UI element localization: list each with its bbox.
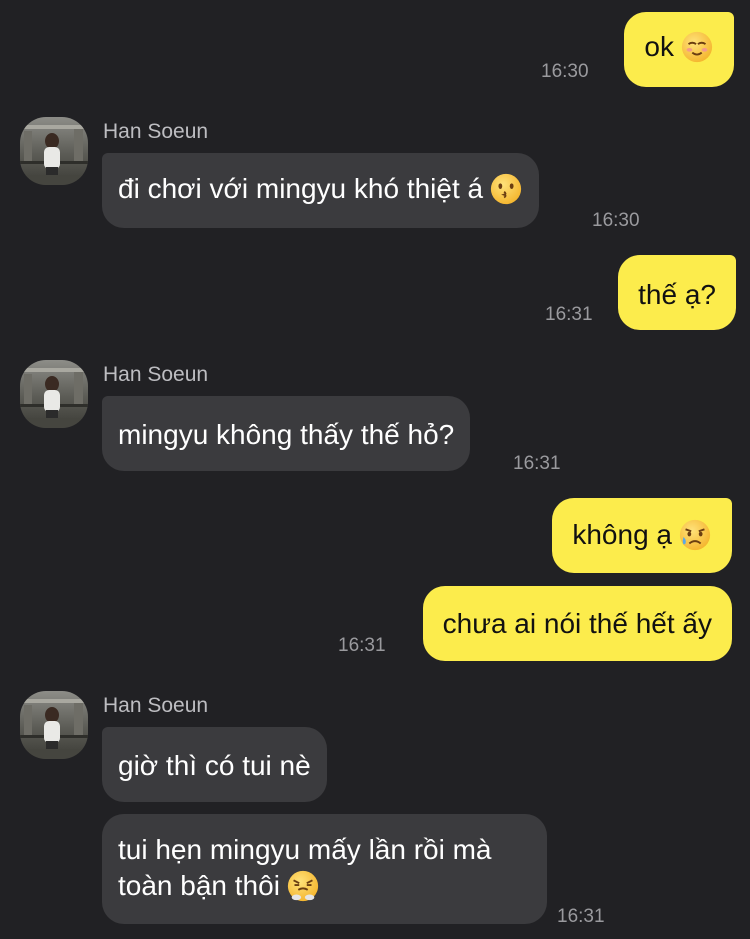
incoming-message[interactable]: giờ thì có tui nè [102, 727, 327, 802]
message-text: đi chơi với mingyu khó thiệt á [118, 173, 484, 204]
sender-name: Han Soeun [103, 363, 209, 386]
sad-sweat-face-emoji [679, 519, 711, 550]
sender-avatar[interactable] [20, 360, 88, 428]
incoming-message[interactable]: đi chơi với mingyu khó thiệt á [102, 153, 540, 228]
message-timestamp: 16:31 [557, 906, 605, 927]
message-text: mingyu không thấy thế hỏ? [118, 419, 455, 450]
message-text: không ạ [572, 519, 672, 550]
message-timestamp: 16:30 [592, 210, 640, 231]
sender-name: Han Soeun [103, 120, 209, 143]
message-text: giờ thì có tui nè [118, 750, 311, 781]
kissing-face-emoji [490, 173, 522, 204]
sender-name: Han Soeun [103, 694, 209, 717]
sender-avatar[interactable] [20, 117, 88, 185]
outgoing-message[interactable]: không ạ [552, 498, 732, 573]
message-text: ok [644, 31, 674, 62]
outgoing-message[interactable]: ok [624, 12, 734, 87]
message-timestamp: 16:31 [338, 635, 386, 656]
chat-view: ok 16:30 Han Soeun đi chơi với mingyu kh… [0, 0, 750, 939]
message-timestamp: 16:30 [541, 61, 589, 82]
message-text: chưa ai nói thế hết ấy [442, 608, 712, 639]
sender-avatar[interactable] [20, 691, 88, 759]
incoming-message[interactable]: tui hẹn mingyu mấy lần rồi mà toàn bận t… [102, 814, 547, 924]
message-timestamp: 16:31 [545, 304, 593, 325]
outgoing-message[interactable]: thế ạ? [618, 255, 736, 330]
relieved-face-emoji [681, 31, 713, 62]
outgoing-message[interactable]: chưa ai nói thế hết ấy [422, 586, 732, 661]
incoming-message[interactable]: mingyu không thấy thế hỏ? [102, 396, 471, 471]
message-timestamp: 16:31 [513, 453, 561, 474]
message-text: thế ạ? [638, 279, 716, 310]
steam-nose-face-emoji [287, 870, 319, 901]
